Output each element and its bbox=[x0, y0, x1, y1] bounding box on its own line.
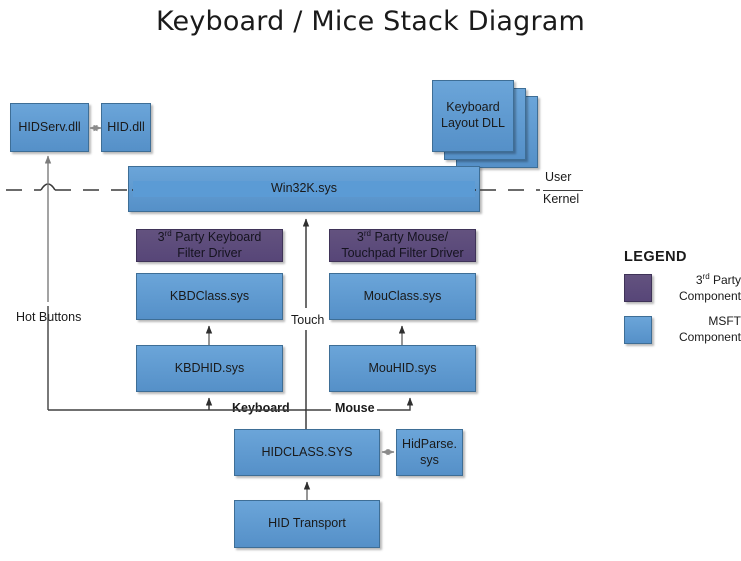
legend-tp-line2: Component bbox=[678, 288, 741, 303]
hidserv-dll-label: HIDServ.dll bbox=[18, 119, 81, 134]
kbdhid-sys-label: KBDHID.sys bbox=[174, 360, 245, 375]
third-party-keyboard-filter-driver-box[interactable]: 3rd Party Keyboard Filter Driver bbox=[136, 229, 283, 262]
win32k-sys-box[interactable]: Win32K.sys bbox=[128, 166, 480, 212]
legend-label-msft: MSFT Component bbox=[656, 314, 741, 345]
touch-edge-label: Touch bbox=[288, 313, 328, 327]
hid-dll-label: HID.dll bbox=[107, 119, 145, 134]
legend-tp-rest: Party bbox=[709, 273, 741, 287]
mou-filter-sup: rd bbox=[363, 229, 371, 239]
kbd-filter-line2: Filter Driver bbox=[177, 246, 242, 261]
third-party-keyboard-filter-driver-label: 3rd Party Keyboard Filter Driver bbox=[141, 229, 278, 261]
legend-title: LEGEND bbox=[624, 249, 687, 265]
keyboard-edge-label: Keyboard bbox=[228, 401, 294, 415]
page-title: Keyboard / Mice Stack Diagram bbox=[155, 6, 586, 37]
mouclass-sys-label: MouClass.sys bbox=[363, 288, 442, 303]
mou-filter-line2: Touchpad Filter Driver bbox=[341, 246, 464, 261]
kbd-filter-rest: Party Keyboard bbox=[171, 230, 262, 245]
hidparse-sys-label: HidParse. sys bbox=[401, 437, 458, 468]
legend-swatch-third-party bbox=[624, 274, 652, 302]
third-party-mouse-filter-driver-label: 3rd Party Mouse/ Touchpad Filter Driver bbox=[334, 229, 471, 261]
kbdclass-sys-box[interactable]: KBDClass.sys bbox=[136, 273, 283, 320]
keyboard-layout-dll[interactable]: Keyboard Layout DLL bbox=[432, 80, 514, 152]
legend-msft-line2: Component bbox=[678, 329, 741, 344]
legend-tp-num: 3 bbox=[695, 273, 703, 287]
hid-transport-box[interactable]: HID Transport bbox=[234, 500, 380, 548]
keyboard-layout-dll-label: Keyboard Layout DLL bbox=[441, 100, 505, 130]
hidclass-sys-box[interactable]: HIDCLASS.SYS bbox=[234, 429, 380, 476]
hidclass-sys-label: HIDCLASS.SYS bbox=[261, 444, 353, 459]
mouhid-sys-box[interactable]: MouHID.sys bbox=[329, 345, 476, 392]
mouclass-sys-box[interactable]: MouClass.sys bbox=[329, 273, 476, 320]
mouhid-sys-label: MouHID.sys bbox=[368, 360, 437, 375]
win32k-sys-label: Win32K.sys bbox=[133, 181, 475, 197]
hidparse-sys-box[interactable]: HidParse. sys bbox=[396, 429, 463, 476]
legend-tp-sup: rd bbox=[702, 272, 710, 281]
mou-filter-num: 3 bbox=[356, 230, 364, 245]
hid-transport-label: HID Transport bbox=[268, 516, 346, 531]
hidserv-dll-box[interactable]: HIDServ.dll bbox=[10, 103, 89, 152]
third-party-mouse-filter-driver-box[interactable]: 3rd Party Mouse/ Touchpad Filter Driver bbox=[329, 229, 476, 262]
kbdhid-sys-box[interactable]: KBDHID.sys bbox=[136, 345, 283, 392]
user-mode-label: User bbox=[545, 170, 572, 184]
hot-buttons-edge-label: Hot Buttons bbox=[16, 310, 82, 324]
diagram-canvas: Keyboard / Mice Stack Diagram Keyboard L… bbox=[0, 0, 741, 561]
kernel-mode-label: Kernel bbox=[543, 192, 580, 206]
hid-dll-box[interactable]: HID.dll bbox=[101, 103, 151, 152]
legend-swatch-msft bbox=[624, 316, 652, 344]
user-kernel-divider bbox=[543, 190, 583, 191]
legend-label-third-party: 3rd Party Component bbox=[656, 272, 741, 304]
kbdclass-sys-label: KBDClass.sys bbox=[169, 288, 250, 303]
legend-msft-line1: MSFT bbox=[708, 314, 741, 328]
kbd-filter-sup: rd bbox=[164, 229, 172, 239]
hidparse-line1: HidParse. bbox=[402, 436, 457, 451]
kbd-filter-num: 3 bbox=[157, 230, 165, 245]
hidparse-line2: sys bbox=[420, 452, 439, 467]
mou-filter-rest: Party Mouse/ bbox=[370, 230, 449, 245]
mouse-edge-label: Mouse bbox=[331, 401, 379, 415]
